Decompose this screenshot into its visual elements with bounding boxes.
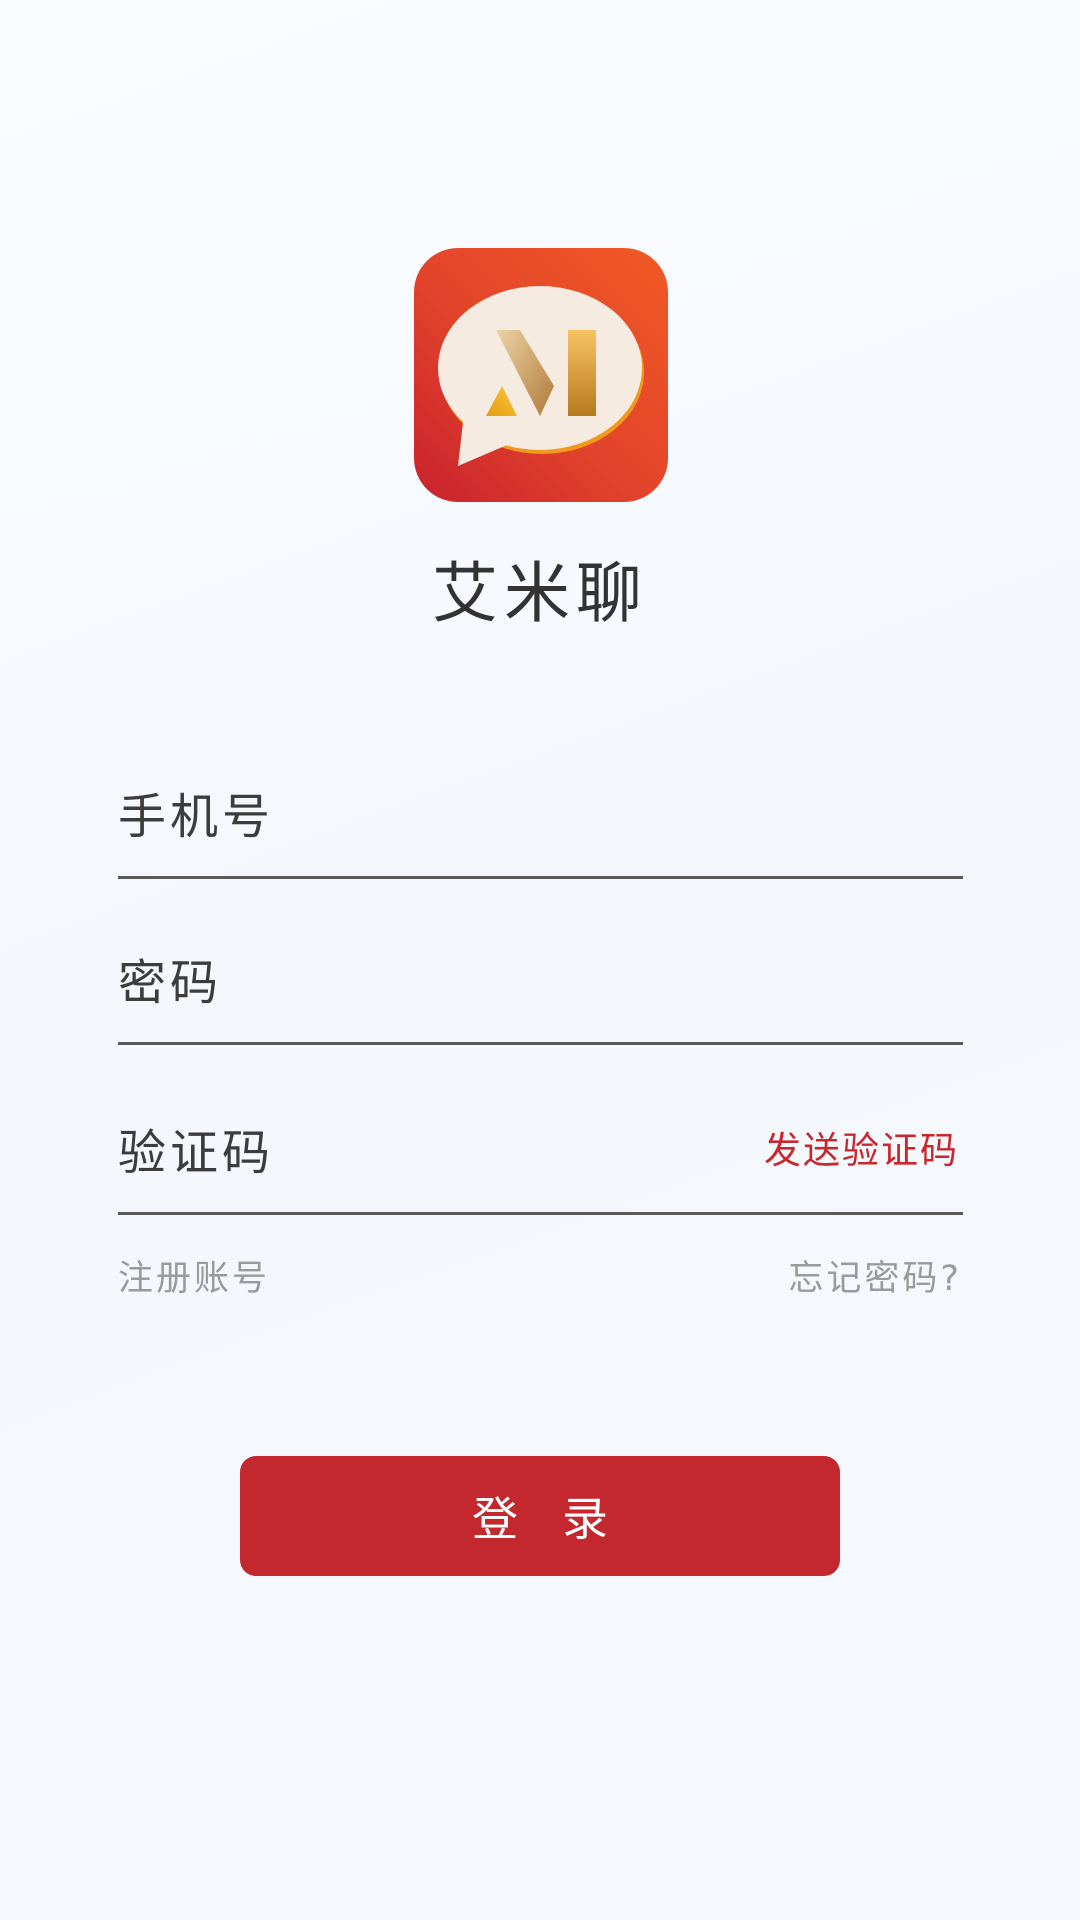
app-logo xyxy=(414,248,668,502)
verification-code-input[interactable] xyxy=(118,1118,618,1188)
password-input[interactable] xyxy=(118,948,718,1018)
phone-input[interactable] xyxy=(118,782,718,852)
chat-bubble-logo-icon xyxy=(438,286,644,466)
phone-field[interactable] xyxy=(118,756,963,879)
login-button[interactable]: 登录 xyxy=(240,1456,840,1576)
password-field[interactable] xyxy=(118,922,963,1045)
register-link[interactable]: 注册账号 xyxy=(118,1250,270,1301)
send-code-button[interactable]: 发送验证码 xyxy=(764,1120,959,1174)
app-name: 艾米聊 xyxy=(432,555,648,632)
verification-code-field[interactable]: 发送验证码 xyxy=(118,1092,963,1215)
forgot-password-link[interactable]: 忘记密码? xyxy=(788,1250,962,1301)
